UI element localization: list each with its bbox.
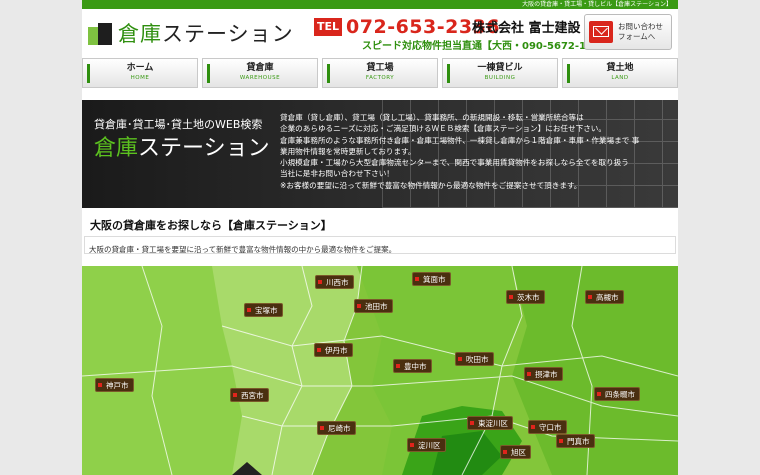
city-label[interactable]: 門真市 — [556, 434, 595, 448]
city-label[interactable]: 豊中市 — [393, 359, 432, 373]
logo-cube-icon — [88, 21, 112, 45]
city-label[interactable]: 摂津市 — [524, 367, 563, 381]
section-title: 大阪の貸倉庫をお探しなら【倉庫ステーション】 — [90, 219, 332, 232]
city-label[interactable]: 西宮市 — [230, 388, 269, 402]
section-intro: 大阪の貸倉庫・貸工場を要望に沿って新鮮で豊富な物件情報の中から最適な物件をご提案… — [84, 236, 676, 254]
nav-factory[interactable]: 貸工場 FACTORY — [322, 58, 438, 88]
city-label[interactable]: 四条畷市 — [594, 387, 640, 401]
city-label[interactable]: 茨木市 — [506, 290, 545, 304]
logo-text: 倉庫ステーション — [118, 22, 294, 46]
page: 大阪の貸倉庫・貸工場・貸しビル【倉庫ステーション】 倉庫ステーション TEL 0… — [82, 0, 678, 475]
top-bar: 大阪の貸倉庫・貸工場・貸しビル【倉庫ステーション】 — [82, 0, 678, 9]
top-bar-text: 大阪の貸倉庫・貸工場・貸しビル【倉庫ステーション】 — [522, 1, 672, 8]
city-label[interactable]: 神戸市 — [95, 378, 134, 392]
city-label[interactable]: 高槻市 — [585, 290, 624, 304]
nav-home[interactable]: ホーム HOME — [82, 58, 198, 88]
direct-line: スピード対応物件担当直通【大西・090-5672-1072】 — [362, 41, 617, 52]
contact-form-button[interactable]: お問い合わせ フォームへ — [584, 14, 672, 50]
city-label[interactable]: 箕面市 — [412, 272, 451, 286]
hero-title: 倉庫ステーション — [94, 136, 270, 161]
area-map: 川西市 箕面市 宝塚市 池田市 茨木市 高槻市 伊丹市 豊中市 吹田市 摂津市 … — [82, 266, 678, 475]
hero-banner: 貸倉庫･貸工場･貸土地のWEB検索 倉庫ステーション 貸倉庫（貸し倉庫）、貸工場… — [82, 100, 678, 208]
city-label[interactable]: 守口市 — [528, 420, 567, 434]
contact-form-label: お問い合わせ フォームへ — [618, 22, 663, 41]
city-label[interactable]: 池田市 — [354, 299, 393, 313]
company-name: 株式会社 富士建設 — [472, 21, 581, 36]
city-label[interactable]: 川西市 — [315, 275, 354, 289]
mail-icon — [589, 21, 613, 43]
city-label[interactable]: 淀川区 — [407, 438, 446, 452]
nav-warehouse[interactable]: 貸倉庫 WAREHOUSE — [202, 58, 318, 88]
city-label[interactable]: 宝塚市 — [244, 303, 283, 317]
main-nav: ホーム HOME 貸倉庫 WAREHOUSE 貸工場 FACTORY 一棟貸ビル… — [82, 58, 678, 88]
city-label[interactable]: 吹田市 — [455, 352, 494, 366]
site-logo[interactable]: 倉庫ステーション — [88, 18, 294, 48]
city-label[interactable]: 旭区 — [500, 445, 531, 459]
city-label[interactable]: 東淀川区 — [467, 416, 513, 430]
city-label[interactable]: 尼崎市 — [317, 421, 356, 435]
nav-land[interactable]: 貸土地 LAND — [562, 58, 678, 88]
tel-badge: TEL — [314, 18, 343, 36]
nav-building[interactable]: 一棟貸ビル BUILDING — [442, 58, 558, 88]
city-label[interactable]: 伊丹市 — [314, 343, 353, 357]
hero-description: 貸倉庫（貸し倉庫）、貸工場（貸し工場）、貸事務所、の新規開設・移転・営業所統合等… — [280, 113, 640, 190]
